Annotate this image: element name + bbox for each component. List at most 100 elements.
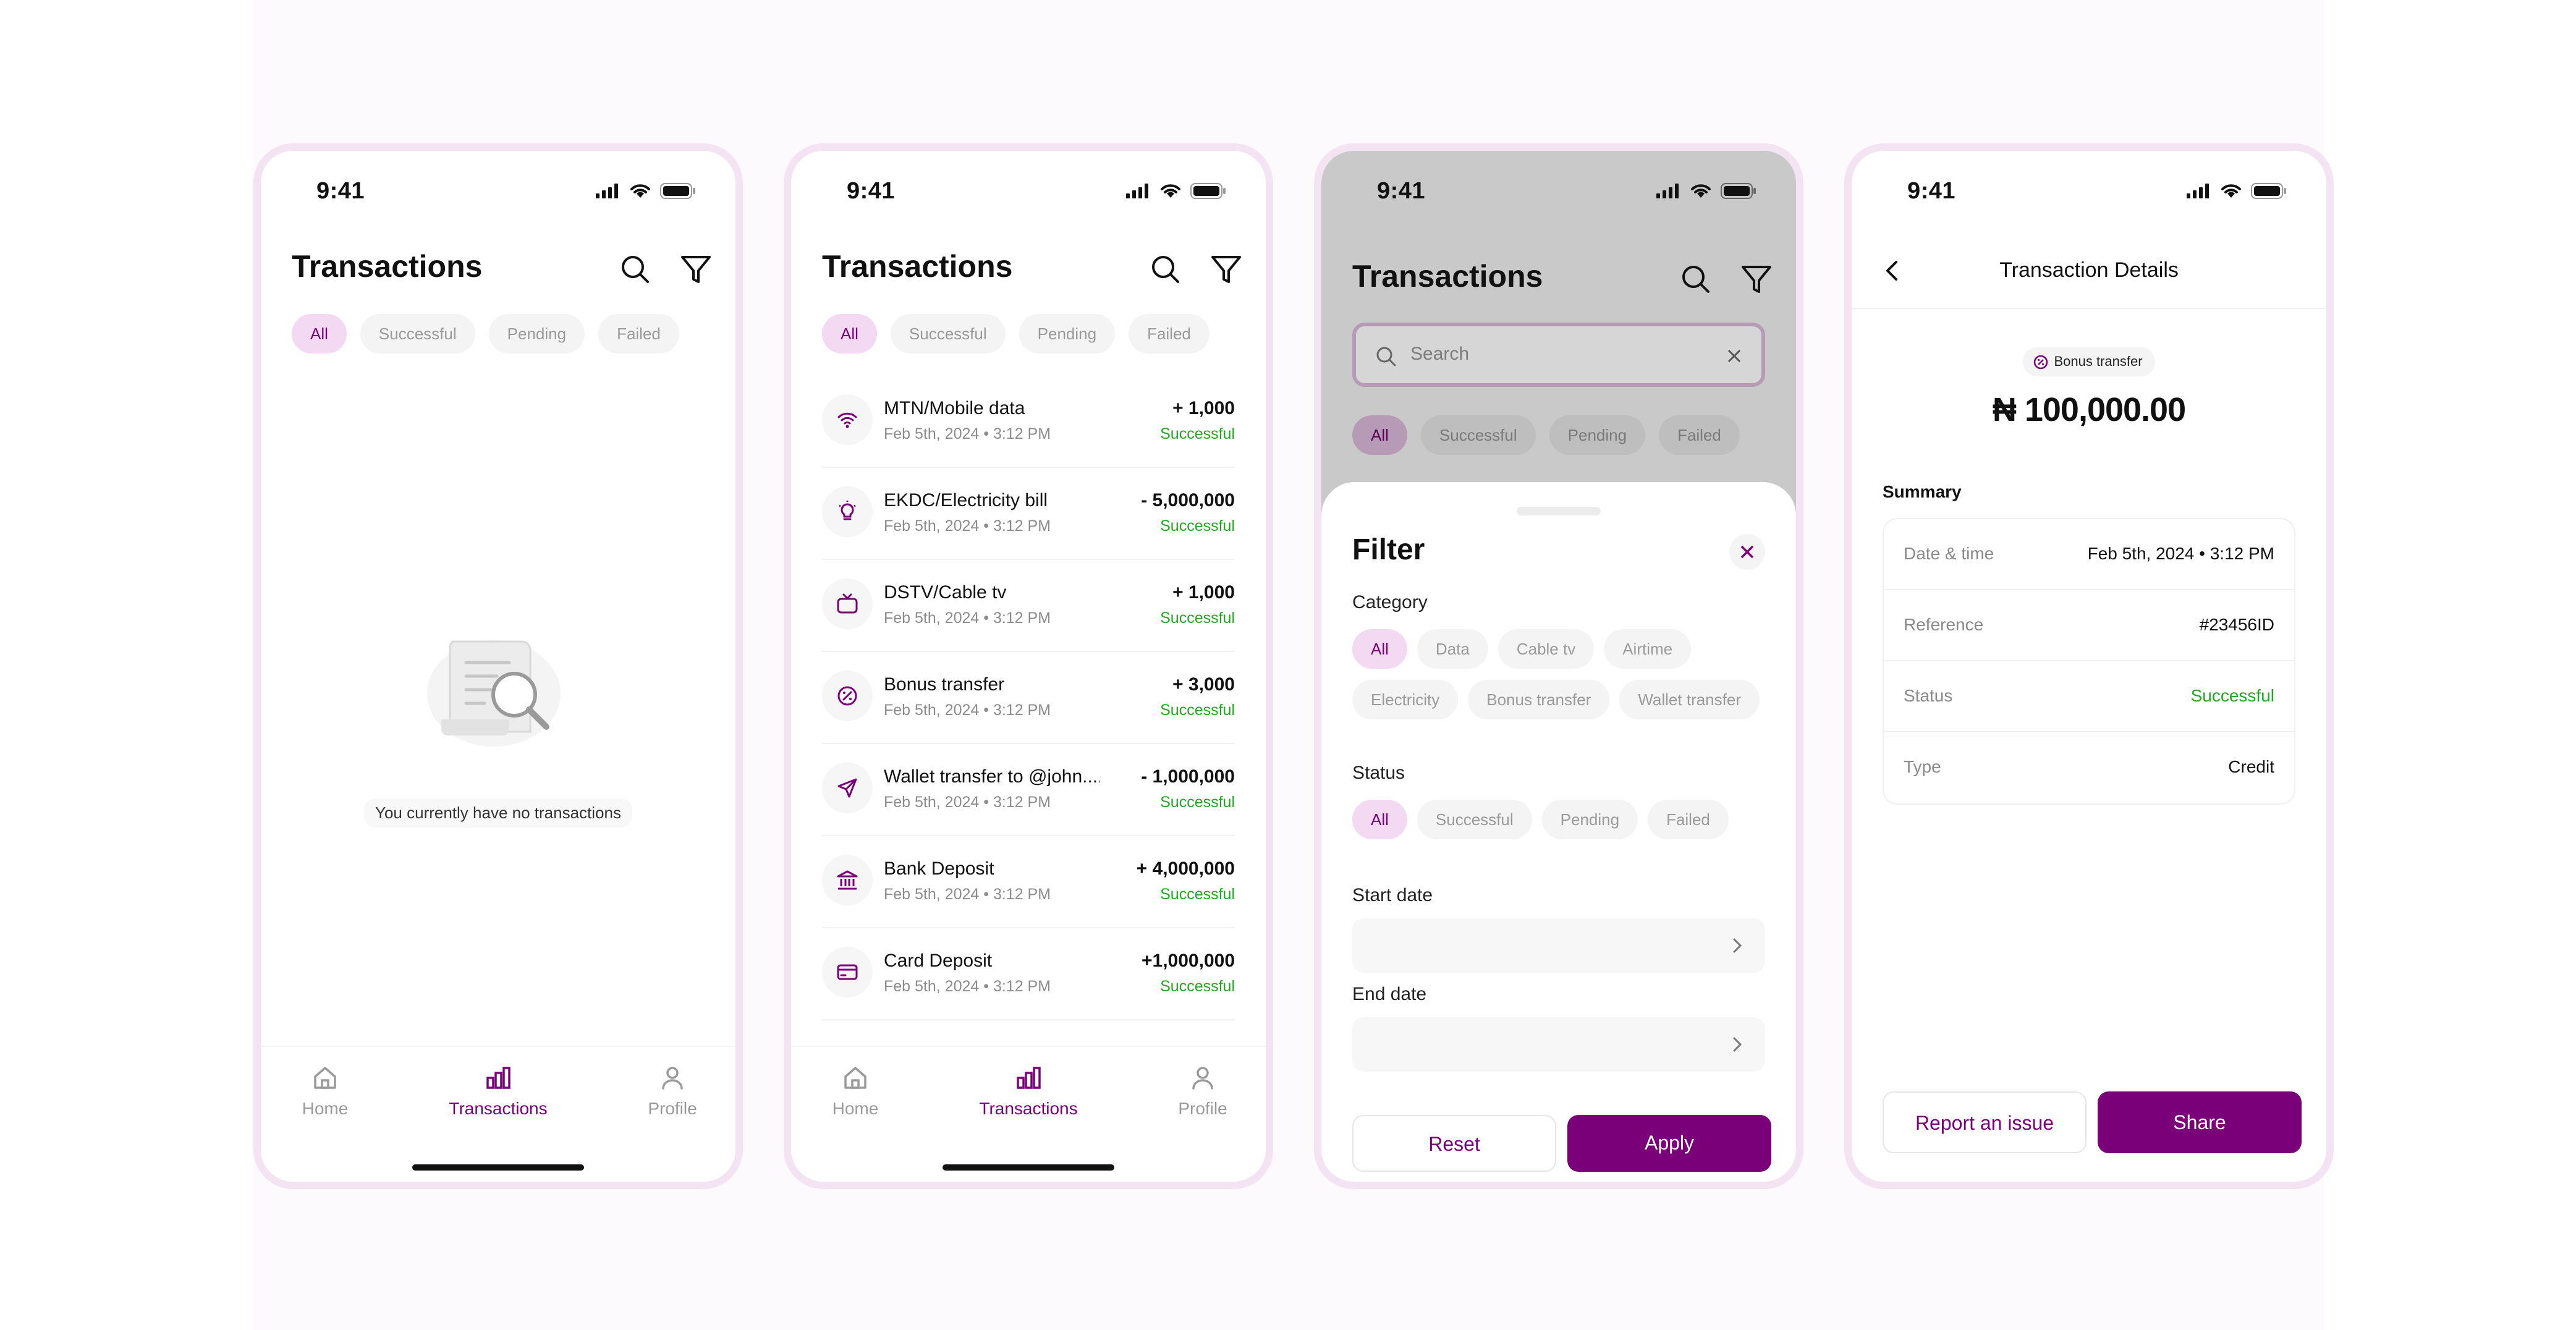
battery-icon (660, 183, 695, 199)
summary-row-status: Status Successful (1884, 661, 2294, 732)
apply-button[interactable]: Apply (1567, 1115, 1771, 1172)
status-time: 9:41 (1377, 178, 1426, 204)
clear-icon[interactable] (1726, 347, 1743, 365)
status-chip-pending[interactable]: Pending (1541, 800, 1638, 839)
status-chip-successful[interactable]: Successful (1417, 800, 1532, 839)
transaction-row[interactable]: Wallet transfer to @john..... Feb 5th, 2… (822, 744, 1235, 836)
transaction-row[interactable]: DSTV/Cable tv Feb 5th, 2024 • 3:12 PM + … (822, 560, 1235, 652)
status-chip-all[interactable]: All (1352, 800, 1407, 839)
home-icon (314, 1067, 336, 1089)
transaction-status: Successful (1160, 886, 1235, 903)
transaction-list: MTN/Mobile data Feb 5th, 2024 • 3:12 PM … (822, 376, 1235, 1020)
summary-value: Feb 5th, 2024 • 3:12 PM (2087, 544, 2274, 563)
summary-row-reference: Reference #23456ID (1884, 590, 2294, 661)
status-chips: All Successful Pending Failed (1352, 800, 1729, 839)
transaction-row[interactable]: Bonus transfer Feb 5th, 2024 • 3:12 PM +… (822, 652, 1235, 744)
category-chip-airtime[interactable]: Airtime (1604, 629, 1692, 669)
tab-successful[interactable]: Successful (890, 314, 1006, 354)
category-chips-row1: All Data Cable tv Airtime (1352, 629, 1692, 669)
summary-value: Successful (2190, 686, 2274, 705)
report-issue-button[interactable]: Report an issue (1883, 1091, 2087, 1153)
category-chip-bonus-transfer[interactable]: Bonus transfer (1468, 680, 1610, 719)
tab-failed[interactable]: Failed (598, 314, 679, 354)
bar-chart-icon (1017, 1067, 1041, 1089)
empty-state-text: You currently have no transactions (364, 798, 632, 828)
transaction-datetime: Feb 5th, 2024 • 3:12 PM (884, 517, 1051, 535)
tab-successful[interactable]: Successful (360, 314, 475, 354)
transaction-date: Feb 5th, 2024 (884, 425, 980, 443)
transaction-row[interactable]: Card Deposit Feb 5th, 2024 • 3:12 PM +1,… (822, 928, 1235, 1020)
share-button[interactable]: Share (2098, 1091, 2302, 1153)
battery-icon (1721, 183, 1756, 199)
status-bar: 9:41 (791, 151, 1266, 231)
signal-icon (1126, 184, 1148, 198)
search-input[interactable]: Search (1352, 323, 1765, 387)
chevron-right-icon (1733, 1037, 1742, 1052)
search-icon[interactable] (1148, 252, 1183, 287)
status-icons (596, 183, 696, 199)
transaction-row[interactable]: MTN/Mobile data Feb 5th, 2024 • 3:12 PM … (822, 376, 1235, 468)
search-icon[interactable] (618, 252, 653, 287)
card-icon (822, 947, 873, 997)
status-time: 9:41 (316, 178, 365, 204)
status-icons (2187, 183, 2287, 199)
user-icon (1192, 1067, 1213, 1090)
close-button[interactable] (1729, 534, 1765, 570)
search-icon (1376, 347, 1396, 366)
tab-all[interactable]: All (822, 314, 877, 354)
status-tabs: All Successful Pending Failed (822, 314, 1210, 354)
tab-all[interactable]: All (1352, 415, 1407, 455)
tab-pending[interactable]: Pending (1019, 314, 1116, 354)
summary-key: Date & time (1904, 544, 1994, 563)
nav-transactions[interactable]: Transactions (967, 1064, 1090, 1119)
transaction-name: DSTV/Cable tv (884, 582, 1007, 603)
transaction-status: Successful (1160, 701, 1235, 719)
tab-failed[interactable]: Failed (1659, 415, 1740, 455)
status-time: 9:41 (847, 178, 896, 204)
transaction-datetime: Feb 5th, 2024 • 3:12 PM (884, 701, 1051, 719)
status-icons (1126, 183, 1226, 199)
nav-home[interactable]: Home (794, 1064, 917, 1119)
start-date-field[interactable] (1352, 918, 1765, 973)
status-bar: 9:41 (261, 151, 735, 231)
battery-icon (2251, 183, 2286, 199)
percent-icon (2034, 355, 2048, 370)
tab-successful[interactable]: Successful (1420, 415, 1536, 455)
tab-failed[interactable]: Failed (1129, 314, 1210, 354)
transaction-amount: + 3,000 (1172, 674, 1235, 695)
category-chip-cable-tv[interactable]: Cable tv (1498, 629, 1595, 669)
reset-button[interactable]: Reset (1352, 1115, 1556, 1172)
category-chip-data[interactable]: Data (1417, 629, 1488, 669)
tab-pending[interactable]: Pending (1549, 415, 1646, 455)
nav-profile[interactable]: Profile (611, 1064, 734, 1119)
transaction-time: 3:12 PM (993, 701, 1051, 719)
filter-icon[interactable] (679, 252, 713, 287)
tab-all[interactable]: All (292, 314, 347, 354)
nav-profile[interactable]: Profile (1141, 1064, 1265, 1119)
category-chip-electricity[interactable]: Electricity (1352, 680, 1459, 719)
status-chip-failed[interactable]: Failed (1648, 800, 1729, 839)
tab-pending[interactable]: Pending (488, 314, 585, 354)
transaction-status: Successful (1160, 978, 1235, 995)
category-chips-row2: Electricity Bonus transfer Wallet transf… (1352, 680, 1760, 719)
transaction-time: 3:12 PM (993, 978, 1051, 995)
transaction-row[interactable]: EKDC/Electricity bill Feb 5th, 2024 • 3:… (822, 468, 1235, 560)
summary-key: Reference (1904, 615, 1984, 634)
transaction-status: Successful (1160, 425, 1235, 443)
category-chip-wallet-transfer[interactable]: Wallet transfer (1619, 680, 1760, 719)
end-date-field[interactable] (1352, 1017, 1765, 1072)
transaction-name: EKDC/Electricity bill (884, 490, 1048, 510)
transaction-time: 3:12 PM (993, 425, 1051, 443)
category-chip-all[interactable]: All (1352, 629, 1407, 669)
transaction-row[interactable]: Bank Deposit Feb 5th, 2024 • 3:12 PM + 4… (822, 836, 1235, 928)
filter-icon[interactable] (1209, 252, 1244, 287)
phone-transactions-list: 9:41 Transactions All Successful Pending… (784, 143, 1273, 1189)
status-icons (1656, 183, 1756, 199)
filter-icon[interactable] (1739, 262, 1774, 297)
nav-transactions-label: Transactions (979, 1099, 1078, 1118)
transaction-amount: + 1,000 (1172, 582, 1235, 603)
nav-transactions[interactable]: Transactions (436, 1064, 560, 1119)
sheet-grabber[interactable] (1517, 507, 1601, 515)
nav-home[interactable]: Home (263, 1064, 387, 1119)
search-icon[interactable] (1679, 262, 1713, 297)
